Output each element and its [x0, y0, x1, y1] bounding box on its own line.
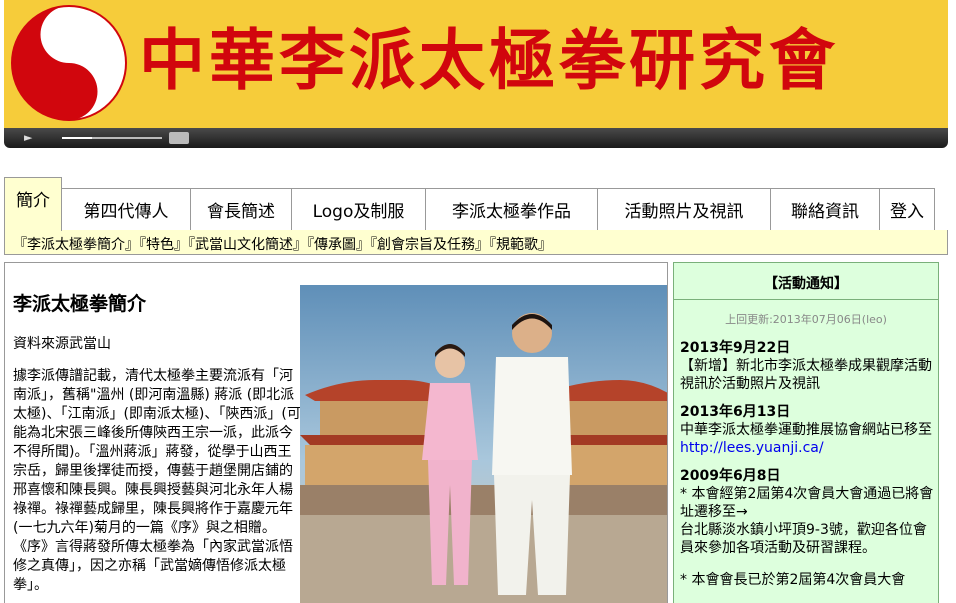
- subnav-rules-song[interactable]: 『規範歌』: [489, 237, 552, 253]
- news-list: 2013年9月22日 【新增】新北市李派太極拳成果觀摩活動視訊於活動照片及視訊 …: [680, 339, 938, 589]
- sidebar-title: 【活動通知】: [764, 276, 848, 292]
- tab-contact[interactable]: 聯絡資訊: [770, 188, 880, 230]
- news-link[interactable]: http://lees.yuanji.ca/: [680, 440, 824, 456]
- subnav-features[interactable]: 『特色』: [139, 237, 188, 253]
- news-text: * 本會會長已於第2屆第4次會員大會: [680, 572, 906, 588]
- main-nav-tabs: 簡介 第四代傳人 會長簡述 Logo及制服 李派太極拳作品 活動照片及視訊 聯絡…: [4, 177, 939, 231]
- subnav-lineage[interactable]: 『傳承圖』: [307, 237, 370, 253]
- volume-knob[interactable]: [169, 132, 189, 144]
- yin-yang-icon[interactable]: [10, 4, 128, 122]
- tab-fourth-generation[interactable]: 第四代傳人: [61, 188, 191, 230]
- news-date: 2013年9月22日: [680, 340, 791, 356]
- news-date: 2009年6月8日: [680, 468, 781, 484]
- news-text: 中華李派太極拳運動推展協會網站已移至: [680, 422, 932, 438]
- tab-works[interactable]: 李派太極拳作品: [425, 188, 598, 230]
- subnav-intro[interactable]: 『李派太極拳簡介』: [13, 237, 139, 253]
- news-date: 2013年6月13日: [680, 404, 791, 420]
- news-text-wrap: 中華李派太極拳運動推展協會網站已移至 http://lees.yuanji.ca…: [680, 421, 938, 457]
- tab-president[interactable]: 會長簡述: [190, 188, 292, 230]
- site-banner: 中華李派太極拳研究會: [4, 0, 948, 130]
- subnav-wudang-culture[interactable]: 『武當山文化簡述』: [188, 237, 307, 253]
- sidebar-divider: [674, 299, 938, 300]
- tab-login[interactable]: 登入: [879, 188, 935, 230]
- intro-text: 據李派傳譜記載，清代太極拳主要流派有「河南派」，舊稱"溫州 (即河南溫縣) 蔣派…: [13, 368, 301, 593]
- page-title: 李派太極拳簡介: [13, 293, 147, 315]
- masters-photo: [300, 285, 667, 603]
- tab-photos-videos[interactable]: 活動照片及視訊: [597, 188, 771, 230]
- last-updated: 上回更新:2013年07月06日(leo): [725, 313, 887, 326]
- source-note: 資料來源武當山: [13, 336, 111, 352]
- subnav-mission[interactable]: 『創會宗旨及任務』: [370, 237, 489, 253]
- tab-logo-uniform[interactable]: Logo及制服: [291, 188, 426, 230]
- progress-track[interactable]: [62, 137, 162, 139]
- main-content: 李派太極拳簡介 資料來源武當山 據李派傳譜記載，清代太極拳主要流派有「河南派」，…: [4, 262, 668, 603]
- audio-player: ►: [4, 128, 948, 148]
- play-icon[interactable]: ►: [24, 131, 32, 144]
- progress-fill: [62, 137, 92, 139]
- news-text: * 本會經第2屆第4次會員大會通過已將會址遷移至→ 台北縣淡水鎮小坪頂9-3號，…: [680, 486, 934, 556]
- news-text: 【新增】新北市李派太極拳成果觀摩活動視訊於活動照片及視訊: [680, 358, 932, 392]
- tab-intro[interactable]: 簡介: [4, 177, 62, 231]
- activity-sidebar: 【活動通知】 上回更新:2013年07月06日(leo) 2013年9月22日 …: [673, 262, 939, 603]
- sub-nav: 『李派太極拳簡介』『特色』『武當山文化簡述』『傳承圖』『創會宗旨及任務』『規範歌…: [4, 230, 948, 255]
- site-title: 中華李派太極拳研究會: [139, 21, 839, 99]
